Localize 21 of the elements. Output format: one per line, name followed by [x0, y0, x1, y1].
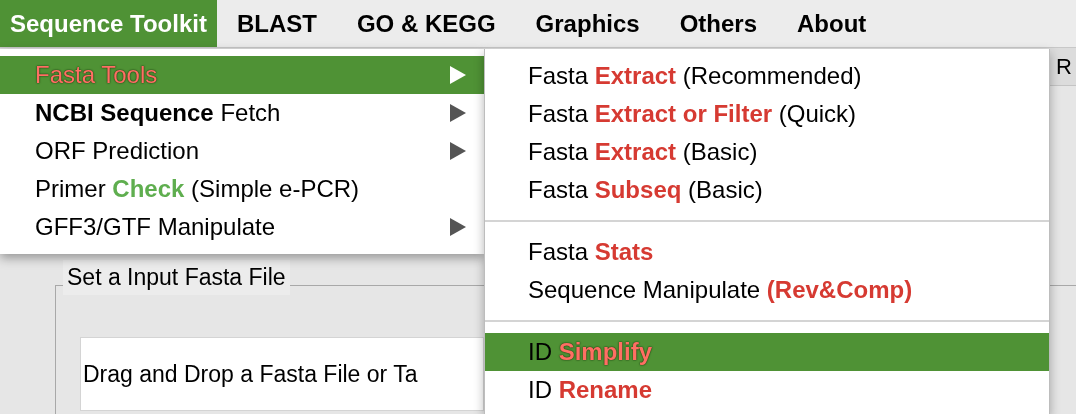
tab-label[interactable]: R	[1056, 55, 1072, 78]
submenu-item[interactable]: Fasta Subseq (Basic)	[485, 171, 1049, 209]
menu-item[interactable]: GFF3/GTF Manipulate	[0, 208, 484, 246]
menu-bar-item[interactable]: GO & KEGG	[346, 0, 506, 47]
menu-item[interactable]: ORF Prediction	[0, 132, 484, 170]
menu-item[interactable]: NCBI Sequence Fetch	[0, 94, 484, 132]
submenu-item[interactable]: ID Simplify	[485, 333, 1049, 371]
submenu-item[interactable]: ID Rename	[485, 371, 1049, 409]
submenu-item[interactable]: Fasta Extract (Recommended)	[485, 57, 1049, 95]
menu-bar-item[interactable]: Graphics	[525, 0, 650, 47]
submenu-item[interactable]: Sequence Manipulate (Rev&Comp)	[485, 271, 1049, 309]
menu-bar-item[interactable]: Sequence Toolkit	[0, 0, 217, 47]
submenu-item[interactable]: Fasta Extract (Basic)	[485, 133, 1049, 171]
menu-bar-item[interactable]: About	[787, 0, 877, 47]
menu-bar-item[interactable]: BLAST	[226, 0, 327, 47]
menu-bar-item[interactable]: Others	[669, 0, 767, 47]
submenu-item[interactable]: Fasta Extract or Filter (Quick)	[485, 95, 1049, 133]
menu-item[interactable]: Primer Check (Simple e-PCR)	[0, 170, 484, 208]
submenu-item[interactable]: Fasta Stats	[485, 233, 1049, 271]
drop-field[interactable]: Drag and Drop a Fasta File or Ta	[80, 337, 484, 411]
group-title: Set a Input Fasta File	[63, 260, 290, 295]
